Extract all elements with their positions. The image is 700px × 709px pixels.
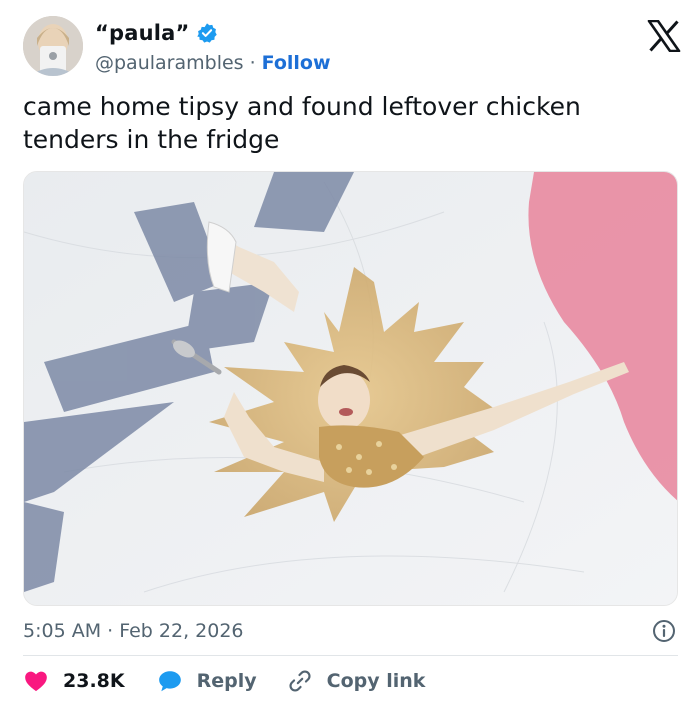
timestamp[interactable]: 5:05 AM · Feb 22, 2026	[23, 620, 244, 642]
follow-button[interactable]: Follow	[262, 52, 331, 74]
x-logo-icon[interactable]	[647, 19, 681, 53]
figure-skater-photo	[24, 172, 677, 605]
copy-link-button[interactable]: Copy link	[287, 668, 426, 694]
link-icon	[287, 668, 313, 694]
tweet-meta: 5:05 AM · Feb 22, 2026	[23, 617, 678, 645]
display-name[interactable]: “paula”	[95, 21, 190, 45]
reply-label: Reply	[196, 670, 257, 692]
divider	[23, 655, 678, 656]
tweet-photo[interactable]	[23, 171, 678, 606]
handle-separator: ·	[249, 52, 256, 74]
speech-bubble-icon	[157, 668, 183, 694]
avatar[interactable]	[23, 16, 83, 76]
copy-link-label: Copy link	[326, 670, 426, 692]
like-button[interactable]: 23.8K	[23, 668, 125, 694]
like-count: 23.8K	[63, 670, 125, 692]
tweet-text: came home tipsy and found leftover chick…	[23, 92, 581, 154]
info-icon[interactable]	[652, 619, 676, 643]
action-bar: 23.8K Reply Copy link	[23, 666, 425, 696]
avatar-image	[23, 16, 83, 76]
user-handle[interactable]: @paularambles	[95, 52, 244, 74]
tweet-header: “paula” @paularambles · Follow	[23, 16, 683, 78]
reply-button[interactable]: Reply	[157, 668, 257, 694]
heart-icon	[23, 668, 49, 694]
verified-badge-icon	[196, 22, 218, 44]
